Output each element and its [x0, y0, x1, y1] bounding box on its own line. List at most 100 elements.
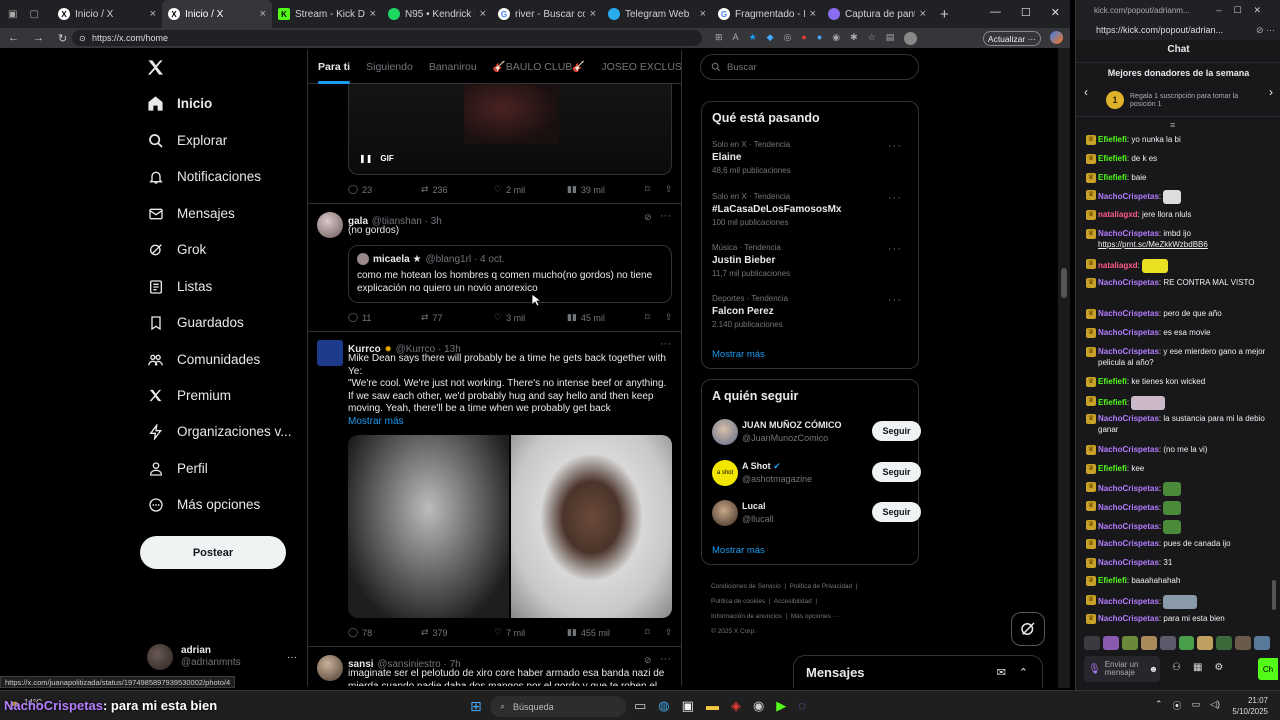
chat-username[interactable]: NachoCrispetas — [1098, 614, 1159, 623]
emote-image[interactable] — [1178, 636, 1195, 650]
sidebar-item-home[interactable]: Inicio — [147, 95, 212, 112]
messages-drawer[interactable]: Mensajes ✉ ⌃ — [793, 655, 1043, 688]
sidebar-item-organizations[interactable]: Organizaciones v... — [147, 423, 292, 440]
chat-username[interactable]: NachoCrispetas — [1098, 414, 1159, 423]
pause-icon[interactable]: ❚❚ — [359, 154, 372, 163]
chat-username[interactable]: nataliagxd — [1098, 210, 1138, 219]
close-icon[interactable]: × — [150, 8, 156, 20]
close-icon[interactable]: × — [920, 8, 926, 20]
chevron-right-icon[interactable]: › — [1269, 85, 1273, 99]
show-more-link[interactable]: Mostrar más — [348, 416, 404, 427]
footer-link[interactable]: Accesibilidad — [774, 598, 812, 605]
taskbar-search[interactable]: ⌕ Búsqueda — [490, 696, 626, 717]
close-icon[interactable]: × — [370, 8, 376, 20]
back-icon[interactable]: ← — [8, 32, 19, 45]
chat-username[interactable]: Efiefiefi — [1098, 576, 1127, 585]
sidebar-item-lists[interactable]: Listas — [147, 278, 212, 295]
photo-ye[interactable] — [511, 435, 672, 618]
extension-icon[interactable]: ⊘ ··· — [1256, 25, 1275, 36]
obs-icon[interactable]: ◉ — [753, 698, 764, 714]
tab-actions-icon[interactable]: ▢ — [29, 9, 38, 20]
footer-link[interactable]: Política de cookies — [711, 598, 765, 605]
browser-tab[interactable]: N95 • Kendrick L × — [382, 0, 492, 28]
chat-username[interactable]: Efiefiefi — [1098, 398, 1127, 407]
emote-image[interactable] — [1235, 636, 1252, 650]
chat-username[interactable]: NachoCrispetas — [1098, 445, 1159, 454]
footer-link[interactable]: Información de anuncios — [711, 613, 782, 620]
send-chat-button[interactable]: Ch — [1258, 658, 1278, 680]
like-button[interactable]: ♡ 2 mil — [494, 184, 567, 195]
screen-icon[interactable]: ⊞ — [715, 32, 723, 45]
sidebar-item-communities[interactable]: Comunidades — [147, 351, 260, 368]
emote-image[interactable] — [1084, 636, 1100, 650]
chat-username[interactable]: NachoCrispetas — [1098, 503, 1159, 512]
sidebar-item-notifications[interactable]: Notificaciones — [147, 168, 261, 185]
chat-username[interactable]: Efiefiefi — [1098, 154, 1127, 163]
views-button[interactable]: ▮▮ 39 mil — [567, 184, 645, 195]
chat-username[interactable]: Efiefiefi — [1098, 377, 1127, 386]
tab-siguiendo[interactable]: Siguiendo — [366, 61, 413, 73]
grok-floating-button[interactable] — [1011, 612, 1045, 646]
bookmark-icon[interactable]: ⌑ — [645, 184, 665, 195]
sidebar-item-explore[interactable]: Explorar — [147, 132, 227, 149]
account-switcher[interactable]: adrian @adrianmnts ··· — [147, 644, 297, 670]
gif-media[interactable]: ❚❚ GIF — [348, 84, 672, 175]
sidebar-item-premium[interactable]: Premium — [147, 387, 231, 404]
more-icon[interactable]: ··· — [888, 243, 902, 255]
close-icon[interactable]: × — [700, 8, 706, 20]
chat-username[interactable]: NachoCrispetas — [1098, 229, 1159, 238]
more-icon[interactable]: ··· — [660, 210, 671, 222]
sidebar-item-bookmarks[interactable]: Guardados — [147, 314, 244, 331]
chevron-left-icon[interactable]: ‹ — [1084, 85, 1088, 99]
sidebar-item-grok[interactable]: Grok — [147, 241, 206, 258]
browser-tab[interactable]: Telegram Web × — [602, 0, 712, 28]
forward-icon[interactable]: → — [33, 32, 44, 45]
tab-bananirou[interactable]: Bananirou — [429, 61, 477, 73]
chat-username[interactable]: NachoCrispetas — [1098, 484, 1159, 493]
sidebar-item-profile[interactable]: Perfil — [147, 460, 208, 477]
follow-suggestion[interactable]: a shot A Shot ✔ @ashotmagazine Seguir — [712, 460, 921, 488]
trend-item[interactable]: Solo en X · Tendencia Elaine 48,6 mil pu… — [712, 140, 912, 175]
quote-tweet[interactable]: micaela ★ @blang1rl · 4 oct. como me hot… — [348, 245, 672, 303]
chat-link[interactable]: https://prnt.sc/MeZkkWzbdBB6 — [1098, 240, 1208, 249]
puzzle-icon[interactable]: ✱ — [850, 32, 858, 45]
emote-image[interactable] — [1197, 636, 1214, 650]
browser-tab[interactable]: X Inicio / X × — [52, 0, 162, 28]
extension-icon[interactable]: ◆ — [767, 32, 774, 45]
windows-start-icon[interactable]: ⊞ — [470, 698, 482, 715]
gift-icon[interactable]: ▦ — [1193, 662, 1202, 673]
follow-button[interactable]: Seguir — [872, 421, 921, 441]
reply-button[interactable]: ◯ 11 — [348, 312, 421, 323]
repost-button[interactable]: ⇄ 379 — [421, 627, 494, 638]
read-aloud-icon[interactable]: A — [733, 32, 739, 45]
new-tab-button[interactable]: + — [940, 6, 949, 23]
chat-username[interactable]: nataliagxd — [1098, 261, 1138, 270]
clock[interactable]: 21:07 5/10/2025 — [1222, 695, 1268, 717]
task-view-icon[interactable]: ▭ — [634, 698, 646, 714]
footer-link[interactable]: Condiciones de Servicio — [711, 583, 781, 590]
browser-tab[interactable]: G river - Buscar con Go × — [492, 0, 602, 28]
post-button[interactable]: Postear — [140, 536, 286, 569]
sidebar-item-messages[interactable]: Mensajes — [147, 205, 235, 222]
close-icon[interactable]: × — [480, 8, 486, 20]
close-icon[interactable]: × — [260, 8, 266, 20]
more-icon[interactable]: ··· — [287, 652, 297, 663]
extension-icon[interactable]: ◎ — [784, 32, 792, 45]
emoji-icon[interactable]: ☻ — [1149, 664, 1158, 674]
extension-icon[interactable]: ● — [801, 32, 806, 45]
trend-item[interactable]: Solo en X · Tendencia #LaCasaDeLosFamoso… — [712, 192, 912, 227]
page-scrollbar[interactable] — [1058, 48, 1070, 688]
scrollbar-thumb[interactable] — [1272, 580, 1276, 610]
chat-username[interactable]: Efiefiefi — [1098, 464, 1127, 473]
location-icon[interactable]: ⦿ — [1173, 699, 1182, 712]
reply-button[interactable]: ◯ 78 — [348, 627, 421, 638]
more-icon[interactable]: ··· — [660, 338, 671, 350]
tab-joseo-exclusive[interactable]: JOSEO EXCLUSIVE — [601, 61, 681, 73]
browser-tab-active[interactable]: X Inicio / X × — [162, 0, 272, 28]
follow-button[interactable]: Seguir — [872, 462, 921, 482]
grok-icon[interactable]: ⊘ — [644, 655, 652, 666]
like-button[interactable]: ♡ 3 mil — [494, 312, 567, 323]
trend-item[interactable]: Música · Tendencia Justin Bieber 11,7 mi… — [712, 243, 912, 278]
footer-link[interactable]: Más opciones ··· — [791, 613, 839, 620]
more-icon[interactable]: ··· — [888, 192, 902, 204]
